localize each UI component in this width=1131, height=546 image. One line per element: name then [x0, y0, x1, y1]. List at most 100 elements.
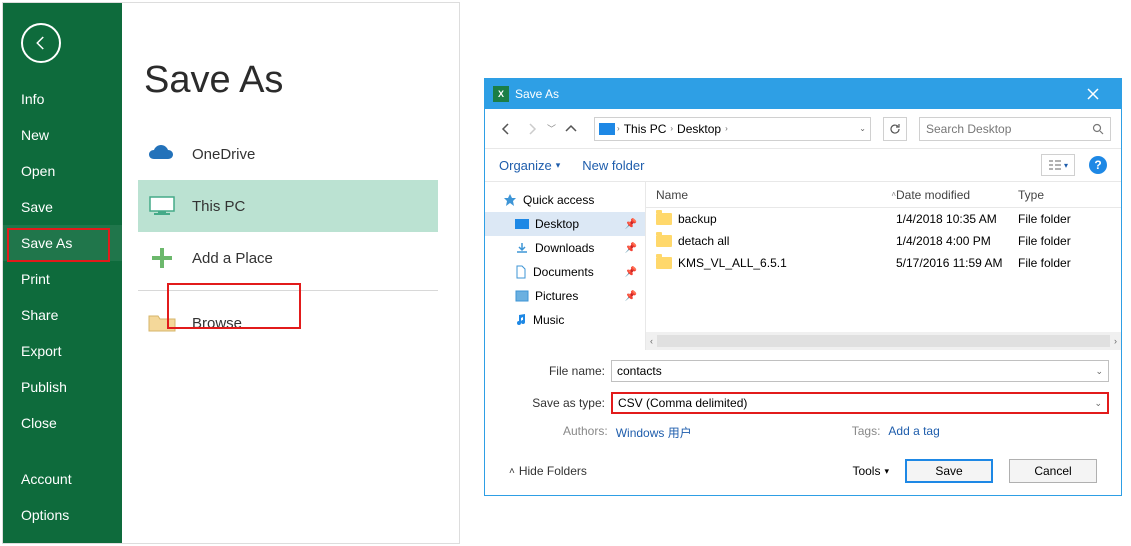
chevron-right-icon: ›	[670, 124, 673, 133]
divider	[138, 290, 438, 291]
pin-icon: 📌	[625, 219, 637, 230]
pin-icon: 📌	[625, 291, 637, 302]
save-button[interactable]: Save	[905, 459, 993, 483]
dialog-body: Quick access Desktop 📌 Downloads 📌 Docum…	[485, 181, 1121, 350]
tree-downloads[interactable]: Downloads 📌	[485, 236, 645, 260]
folder-icon	[656, 213, 672, 225]
sidebar-item-open[interactable]: Open	[3, 153, 122, 189]
chevron-right-icon: ›	[617, 124, 620, 133]
pictures-icon	[515, 290, 529, 302]
left-arrow-icon	[498, 121, 514, 137]
nav-forward-button[interactable]	[521, 118, 543, 140]
view-icon	[1048, 159, 1062, 171]
chevron-down-icon: ▾	[556, 160, 561, 171]
pin-icon: 📌	[625, 243, 637, 254]
nav-up-button[interactable]	[560, 118, 582, 140]
tree-quick-access[interactable]: Quick access	[485, 188, 645, 212]
pin-icon: 📌	[625, 267, 637, 278]
location-label: OneDrive	[192, 146, 255, 163]
address-bar[interactable]: › This PC › Desktop › ⌄	[594, 117, 871, 141]
help-button[interactable]: ?	[1089, 156, 1107, 174]
tree-music[interactable]: Music	[485, 308, 645, 332]
recent-dropdown-icon[interactable]: ﹀	[547, 122, 556, 135]
view-button[interactable]: ▾	[1041, 154, 1075, 176]
sidebar-item-share[interactable]: Share	[3, 297, 122, 333]
search-icon	[1092, 123, 1104, 135]
tree-label: Desktop	[535, 217, 579, 231]
page-title: Save As	[138, 59, 459, 102]
scroll-left-icon[interactable]: ‹	[650, 336, 653, 346]
filename-input[interactable]: contacts ⌄	[611, 360, 1109, 382]
documents-icon	[515, 265, 527, 279]
location-label: Add a Place	[192, 250, 273, 267]
tree-pictures[interactable]: Pictures 📌	[485, 284, 645, 308]
sidebar-item-publish[interactable]: Publish	[3, 369, 122, 405]
tree-label: Music	[533, 313, 564, 327]
file-date: 5/17/2016 11:59 AM	[896, 256, 1018, 270]
filename-value: contacts	[617, 364, 662, 378]
location-label: This PC	[192, 198, 245, 215]
location-onedrive[interactable]: OneDrive	[138, 128, 438, 180]
cancel-button[interactable]: Cancel	[1009, 459, 1097, 483]
sidebar-item-close[interactable]: Close	[3, 405, 122, 441]
organize-button[interactable]: Organize ▾	[499, 158, 560, 173]
file-row[interactable]: backup 1/4/2018 10:35 AM File folder	[646, 208, 1121, 230]
tree-documents[interactable]: Documents 📌	[485, 260, 645, 284]
chevron-down-icon[interactable]: ⌄	[1095, 366, 1103, 377]
sidebar-item-save-as[interactable]: Save As	[3, 225, 122, 261]
sidebar-item-export[interactable]: Export	[3, 333, 122, 369]
breadcrumb-segment[interactable]: Desktop	[675, 122, 723, 136]
file-row[interactable]: KMS_VL_ALL_6.5.1 5/17/2016 11:59 AM File…	[646, 252, 1121, 274]
hide-folders-label: Hide Folders	[519, 464, 587, 478]
right-arrow-icon	[524, 121, 540, 137]
location-add-place[interactable]: Add a Place	[138, 232, 438, 284]
file-row[interactable]: detach all 1/4/2018 4:00 PM File folder	[646, 230, 1121, 252]
downloads-icon	[515, 241, 529, 255]
filename-label: File name:	[497, 364, 605, 378]
breadcrumb-segment[interactable]: This PC	[622, 122, 669, 136]
column-type[interactable]: Type	[1018, 188, 1121, 202]
sidebar-item-new[interactable]: New	[3, 117, 122, 153]
chevron-down-icon[interactable]: ⌄	[1094, 398, 1102, 409]
tags-value[interactable]: Add a tag	[888, 424, 939, 441]
back-button[interactable]	[21, 23, 61, 63]
column-name[interactable]: Name˄	[646, 188, 896, 202]
horizontal-scrollbar[interactable]: ‹›	[646, 332, 1121, 350]
location-this-pc[interactable]: This PC	[138, 180, 438, 232]
sidebar-item-print[interactable]: Print	[3, 261, 122, 297]
dialog-form-area: File name: contacts ⌄ Save as type: CSV …	[485, 350, 1121, 495]
file-pane: Name˄ Date modified Type backup 1/4/2018…	[645, 182, 1121, 350]
refresh-button[interactable]	[883, 117, 907, 141]
new-folder-button[interactable]: New folder	[582, 158, 644, 173]
folder-icon	[656, 235, 672, 247]
column-date[interactable]: Date modified	[896, 188, 1018, 202]
tree-label: Downloads	[535, 241, 594, 255]
new-folder-label: New folder	[582, 158, 644, 173]
file-date: 1/4/2018 10:35 AM	[896, 212, 1018, 226]
tools-dropdown[interactable]: Tools ▾	[852, 464, 889, 478]
sidebar-item-options[interactable]: Options	[3, 497, 122, 533]
excel-backstage: Info New Open Save Save As Print Share E…	[2, 2, 460, 544]
nav-back-button[interactable]	[495, 118, 517, 140]
save-as-dialog: X Save As ﹀ › This PC › Desktop › ⌄	[484, 78, 1122, 496]
chevron-down-icon[interactable]: ⌄	[859, 124, 866, 133]
hide-folders-button[interactable]: ˄ Hide Folders	[509, 464, 587, 478]
this-pc-icon	[146, 190, 178, 222]
search-input[interactable]: Search Desktop	[919, 117, 1111, 141]
chevron-down-icon: ▾	[884, 466, 889, 477]
sidebar-item-save[interactable]: Save	[3, 189, 122, 225]
sidebar-item-info[interactable]: Info	[3, 81, 122, 117]
chevron-up-icon: ˄	[509, 466, 515, 477]
dialog-titlebar[interactable]: X Save As	[485, 79, 1121, 109]
authors-value[interactable]: Windows 用户	[616, 424, 692, 441]
location-browse[interactable]: Browse	[138, 297, 438, 349]
saveas-type-dropdown[interactable]: CSV (Comma delimited) ⌄	[611, 392, 1109, 414]
file-date: 1/4/2018 4:00 PM	[896, 234, 1018, 248]
authors-label: Authors:	[563, 424, 608, 441]
scroll-right-icon[interactable]: ›	[1114, 336, 1117, 346]
tree-desktop[interactable]: Desktop 📌	[485, 212, 645, 236]
tree-label: Documents	[533, 265, 594, 279]
close-button[interactable]	[1073, 83, 1113, 105]
sidebar-item-account[interactable]: Account	[3, 461, 122, 497]
organize-label: Organize	[499, 158, 552, 173]
